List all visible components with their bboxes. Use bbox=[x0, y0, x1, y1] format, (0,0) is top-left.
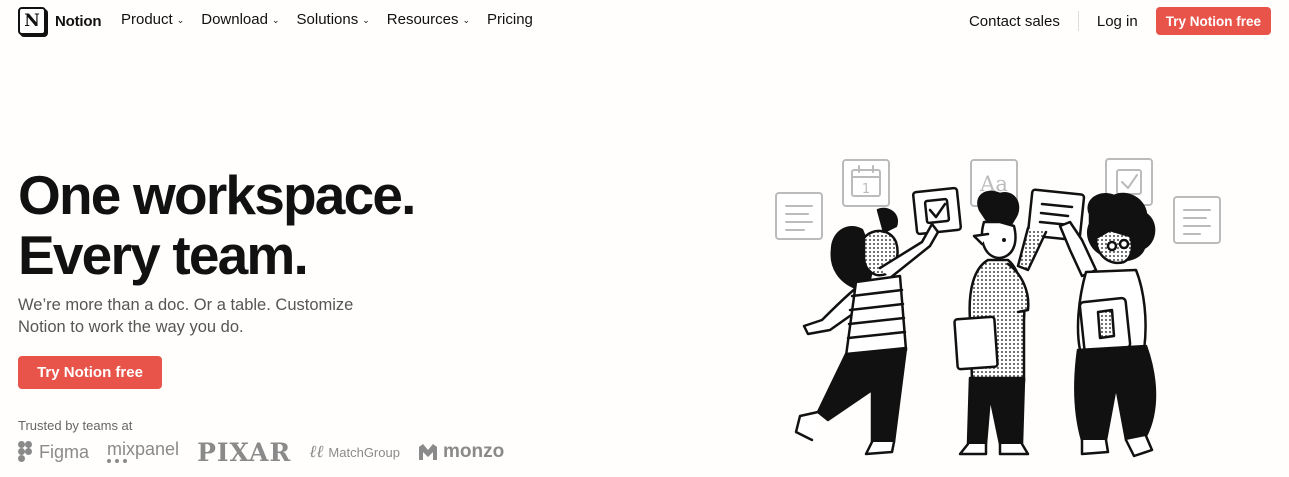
nav-right: Contact sales Log in Try Notion free bbox=[969, 7, 1271, 35]
hero-title-line1: One workspace. bbox=[18, 164, 416, 226]
chevron-down-icon: ⌄ bbox=[362, 15, 370, 25]
person-striped-shirt-illustration bbox=[794, 207, 940, 456]
nav-divider bbox=[1077, 11, 1079, 31]
pixar-wordmark: PIXAR bbox=[197, 437, 292, 467]
mixpanel-dots-icon bbox=[107, 459, 128, 463]
trusted-by-label: Trusted by teams at bbox=[18, 418, 133, 433]
chevron-down-icon: ⌄ bbox=[271, 15, 280, 25]
hero-illustration: 1 Aa bbox=[775, 158, 1221, 458]
matchgroup-wordmark: MatchGroup bbox=[328, 444, 400, 460]
figma-icon bbox=[18, 441, 32, 463]
hero-try-notion-free-button[interactable]: Try Notion free bbox=[18, 356, 162, 389]
nav-item-label: Pricing bbox=[487, 11, 533, 28]
chevron-down-icon: ⌄ bbox=[176, 15, 185, 25]
monzo-wordmark: monzo bbox=[442, 441, 505, 462]
matchgroup-icon: ℓℓ bbox=[309, 442, 324, 462]
monzo-logo: monzo bbox=[418, 441, 504, 463]
nav-links: Product ⌄ Download ⌄ Solutions ⌄ Resourc… bbox=[121, 11, 550, 28]
nav-item-label: Solutions bbox=[296, 11, 359, 28]
customer-logos: Figma mixpanel PIXAR ℓℓ MatchGroup monzo bbox=[18, 437, 522, 467]
monzo-icon bbox=[418, 444, 437, 460]
nav-item-resources[interactable]: Resources ⌄ bbox=[387, 11, 470, 28]
nav-item-product[interactable]: Product ⌄ bbox=[121, 11, 184, 28]
top-nav: N Notion Product ⌄ Download ⌄ Solutions … bbox=[0, 0, 1289, 42]
brand-link[interactable]: N Notion bbox=[18, 7, 101, 35]
figma-wordmark: Figma bbox=[39, 441, 90, 462]
nav-item-label: Product bbox=[121, 11, 173, 28]
mixpanel-logo: mixpanel bbox=[107, 439, 180, 463]
log-in-link[interactable]: Log in bbox=[1097, 13, 1138, 30]
held-checkbox-card-icon bbox=[911, 186, 963, 236]
chevron-down-icon: ⌄ bbox=[462, 15, 471, 25]
nav-item-pricing[interactable]: Pricing bbox=[487, 11, 533, 28]
calendar-day-number: 1 bbox=[862, 182, 870, 197]
nav-item-label: Resources bbox=[386, 11, 459, 28]
figma-logo: Figma bbox=[18, 441, 89, 463]
pixar-logo: PIXAR bbox=[197, 438, 291, 467]
notion-logo-icon: N bbox=[18, 7, 46, 35]
hero-title-line2: Every team. bbox=[18, 224, 309, 286]
mixpanel-wordmark: mixpanel bbox=[107, 439, 180, 459]
nav-item-solutions[interactable]: Solutions ⌄ bbox=[297, 11, 370, 28]
document-card-icon bbox=[1173, 196, 1221, 244]
nav-item-download[interactable]: Download ⌄ bbox=[201, 11, 279, 28]
brand-name: Notion bbox=[55, 12, 102, 30]
hero-title: One workspace. Every team. bbox=[18, 164, 416, 286]
contact-sales-link[interactable]: Contact sales bbox=[969, 13, 1060, 30]
person-curly-hair-illustration bbox=[1058, 192, 1157, 458]
matchgroup-logo: ℓℓ MatchGroup bbox=[309, 442, 400, 462]
hero-subtitle: We’re more than a doc. Or a table. Custo… bbox=[18, 296, 354, 336]
person-dotted-shirt-illustration bbox=[953, 190, 1048, 456]
nav-try-notion-free-button[interactable]: Try Notion free bbox=[1155, 7, 1271, 35]
document-card-icon bbox=[775, 192, 823, 240]
nav-item-label: Download bbox=[201, 11, 268, 28]
calendar-card-icon: 1 bbox=[842, 159, 890, 207]
